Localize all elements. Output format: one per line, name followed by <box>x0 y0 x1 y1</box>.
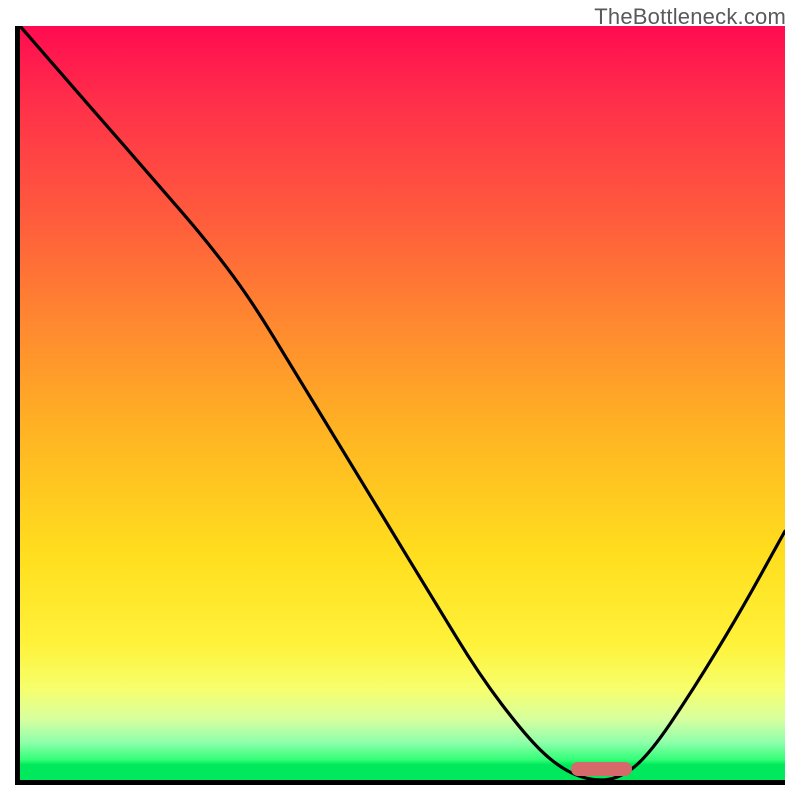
bottleneck-curve <box>20 26 785 780</box>
plot-area <box>15 26 785 785</box>
bottleneck-chart: TheBottleneck.com <box>0 0 800 800</box>
optimum-range-marker <box>571 762 632 776</box>
